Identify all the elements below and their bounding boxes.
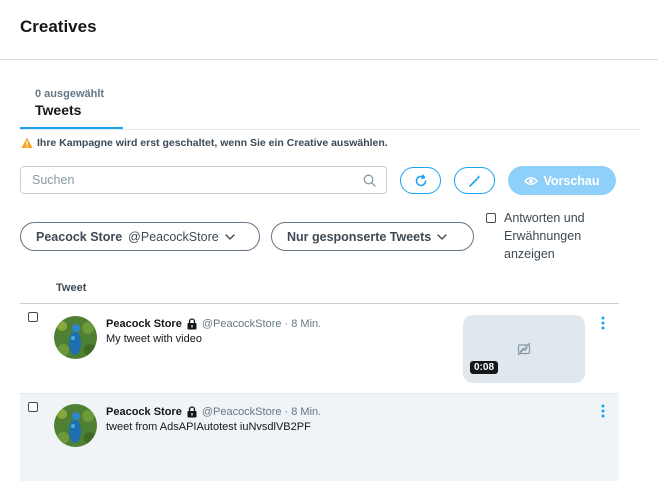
row-checkbox[interactable] (28, 402, 38, 412)
page-title: Creatives (20, 17, 97, 36)
selected-count: 0 ausgewählt (35, 88, 105, 100)
video-thumbnail[interactable]: 0:08 (463, 315, 585, 383)
tweet-text: tweet from AdsAPIAutotest iuNvsdlVB2PF (106, 421, 311, 433)
avatar (54, 404, 97, 447)
warning-text: Ihre Kampagne wird erst geschaltet, wenn… (37, 137, 388, 149)
peacock-avatar-image (54, 316, 97, 359)
tweet-text: My tweet with video (106, 333, 202, 345)
store-name: Peacock Store (36, 229, 123, 244)
magic-wand-icon (468, 174, 481, 187)
more-options-icon[interactable] (600, 316, 606, 330)
store-handle: @PeacockStore (128, 229, 219, 244)
refresh-button[interactable] (400, 167, 441, 194)
column-header-tweet: Tweet (56, 282, 87, 294)
chevron-down-icon (224, 233, 235, 240)
warning-icon (21, 137, 33, 148)
peacock-avatar-image (54, 404, 97, 447)
search-icon (363, 174, 376, 187)
table-row: Peacock Store @PeacockStore · 8 Min. twe… (20, 394, 619, 481)
preview-button[interactable]: Vorschau (508, 166, 616, 195)
tweet-handle-time: @PeacockStore · 8 Min. (201, 406, 322, 418)
tweet-author-name: Peacock Store (106, 318, 182, 330)
tab-tweets-label: Tweets (35, 102, 82, 118)
more-options-icon[interactable] (600, 404, 606, 418)
refresh-icon (415, 173, 426, 186)
table-row: Peacock Store @PeacockStore · 8 Min. My … (20, 304, 619, 394)
tweet-meta: Peacock Store @PeacockStore · 8 Min. (106, 406, 321, 418)
lock-icon (187, 406, 197, 418)
tab-tweets[interactable]: 0 ausgewählt Tweets (20, 88, 123, 118)
lock-icon (187, 318, 197, 330)
search-field[interactable] (20, 166, 387, 194)
avatar (54, 316, 97, 359)
eye-icon (524, 176, 539, 185)
tweet-meta: Peacock Store @PeacockStore · 8 Min. (106, 318, 321, 330)
tweet-author-name: Peacock Store (106, 406, 182, 418)
header-divider (0, 59, 658, 60)
replies-checkbox[interactable] (486, 213, 496, 223)
preview-label: Vorschau (543, 173, 600, 188)
search-input[interactable] (21, 167, 352, 193)
row-checkbox[interactable] (28, 312, 38, 322)
campaign-warning: Ihre Kampagne wird erst geschaltet, wenn… (21, 137, 388, 149)
magic-wand-button[interactable] (454, 167, 495, 194)
tweet-handle-time: @PeacockStore · 8 Min. (201, 318, 322, 330)
chevron-down-icon (437, 233, 447, 240)
store-dropdown[interactable]: Peacock Store @PeacockStore (20, 222, 260, 251)
media-unavailable-icon (517, 342, 531, 356)
tabs-divider (20, 129, 639, 130)
replies-label: Antworten und Erwähnungen anzeigen (504, 211, 585, 261)
tweet-type-dropdown[interactable]: Nur gesponserte Tweets (271, 222, 474, 251)
video-duration: 0:08 (470, 361, 499, 374)
tweet-type-label: Nur gesponserte Tweets (287, 229, 432, 244)
